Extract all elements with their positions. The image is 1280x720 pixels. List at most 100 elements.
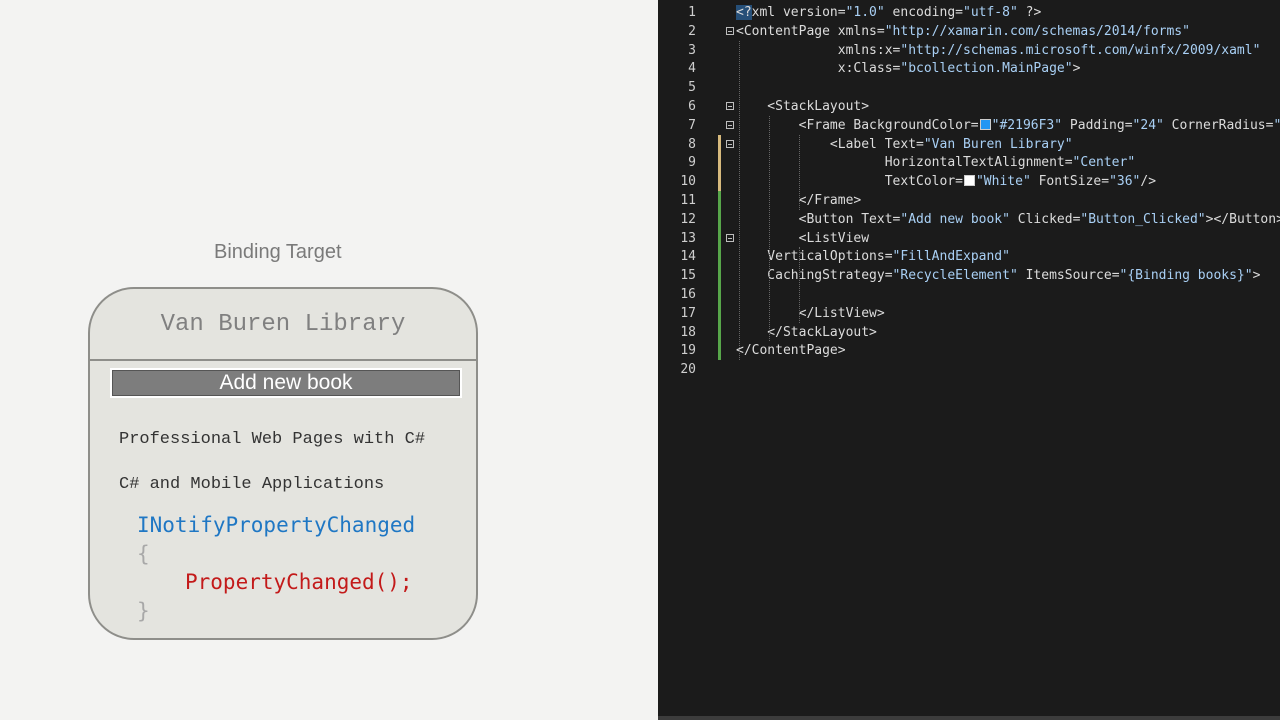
indent-guide [799,134,800,210]
collapse-icon[interactable] [726,233,734,242]
code-line[interactable]: 2 <ContentPage xmlns="http://xamarin.com/… [658,22,1280,41]
code-line[interactable]: 4 x:Class="bcollection.MainPage"> [658,59,1280,78]
code-token: ItemsSource= [1017,268,1120,284]
code-text: </ListView> [736,304,885,323]
code-line[interactable]: 3 xmlns:x="http://schemas.microsoft.com/… [658,41,1280,60]
line-number: 6 [688,99,696,114]
code-token: "FillAndExpand" [892,249,1010,265]
code-token: ?> [1017,5,1042,20]
code-text: x:Class="bcollection.MainPage"> [736,59,1081,78]
change-indicator [718,134,721,191]
code-text: <?xml version="1.0" encoding="utf-8" ?> [736,3,1041,22]
code-token: Text= [884,136,924,152]
collapse-icon[interactable] [726,26,734,35]
code-token: Clicked= [1009,211,1081,227]
code-token: Padding= [1062,117,1133,133]
code-text: <Label Text="Van Buren Library" [736,135,1073,154]
line-number: 8 [688,136,696,152]
collapse-icon[interactable] [726,120,734,129]
code-token: <Label [736,136,885,152]
code-line[interactable]: 11 </Frame> [658,191,1280,210]
code-token: <StackLayout> [736,99,870,114]
code-token: Text= [861,211,901,227]
interface-label: INotifyPropertyChanged [137,513,416,537]
code-token: "Button_Clicked" [1080,211,1206,227]
line-number: 17 [680,305,696,321]
code-token: "White" [975,174,1031,190]
line-number: 13 [680,230,696,246]
line-number: 14 [680,249,696,265]
code-token: x:Class= [736,61,901,77]
code-text: <Button Text="Add new book" Clicked="But… [736,210,1280,229]
code-token: "bcollection.MainPage" [900,61,1073,77]
code-token: TextColor= [736,174,963,190]
line-number: 4 [688,61,696,77]
change-indicator [718,191,721,361]
indent-guide [739,40,740,361]
slide-panel: Binding Target Van Buren Library Add new… [0,0,658,720]
code-text: CachingStrategy="RecycleElement" ItemsSo… [736,266,1260,285]
code-line[interactable]: 6 <StackLayout> [658,97,1280,116]
open-brace: { [137,542,150,566]
code-token: xmlns= [837,23,885,39]
code-line[interactable]: 14 VerticalOptions="FillAndExpand" [658,247,1280,266]
code-line[interactable]: 8 <Label Text="Van Buren Library" [658,135,1280,154]
line-number: 19 [680,343,696,359]
code-line[interactable]: 15 CachingStrategy="RecycleElement" Item… [658,266,1280,285]
color-swatch-icon [979,118,991,130]
code-token: "Van Buren Library" [923,136,1073,152]
code-token: CornerRadius= [1163,117,1274,133]
list-item[interactable]: C# and Mobile Applications [119,475,384,494]
code-text: <Frame BackgroundColor= "#2196F3" Padding… [736,116,1280,135]
code-line[interactable]: 13 <ListView [658,229,1280,248]
code-line[interactable]: 12 <Button Text="Add new book" Clicked="… [658,210,1280,229]
code-token: <? [736,5,752,20]
code-line[interactable]: 7 <Frame BackgroundColor= "#2196F3" Paddi… [658,116,1280,135]
code-editor[interactable]: 1 <?xml version="1.0" encoding="utf-8" ?>… [658,0,1280,720]
code-text: VerticalOptions="FillAndExpand" [736,247,1010,266]
code-token: "Center" [1072,155,1136,171]
code-token: "RecycleElement" [892,268,1018,284]
code-token: "1.0" [845,5,885,20]
code-token: "utf-8" [963,5,1018,20]
code-token: xmlns:x= [736,42,901,58]
code-line[interactable]: 18 </StackLayout> [658,323,1280,342]
device-mockup: Van Buren Library Add new book Professio… [88,287,478,640]
collapse-icon[interactable] [726,102,734,110]
indent-guide [799,247,800,323]
code-line[interactable]: 20 [658,360,1280,379]
code-token: "{Binding books}" [1119,268,1253,284]
line-number: 11 [680,193,696,208]
code-token: "0" [1273,118,1280,133]
line-number: 3 [688,42,696,58]
line-number: 10 [680,174,696,190]
line-number: 1 [688,5,696,20]
code-line[interactable]: 1 <?xml version="1.0" encoding="utf-8" ?> [658,3,1280,22]
line-number: 20 [680,362,696,378]
editor-scrollbar[interactable] [658,716,1280,720]
line-number: 18 [680,324,696,340]
code-line[interactable]: 10 TextColor= "White" FontSize="36"/> [658,172,1280,191]
code-token: <Button [736,211,862,227]
line-number: 9 [688,155,696,171]
code-token: </ContentPage> [736,343,846,359]
code-line[interactable]: 17 </ListView> [658,304,1280,323]
code-token: VerticalOptions= [736,249,893,265]
list-item[interactable]: Professional Web Pages with C# [119,430,425,449]
code-token: "http://xamarin.com/schemas/2014/forms" [884,23,1190,39]
code-token: "24" [1132,117,1164,133]
code-line[interactable]: 19 </ContentPage> [658,341,1280,360]
indent-guide [769,115,770,342]
collapse-icon[interactable] [726,139,734,148]
color-swatch-icon [963,175,975,187]
code-text: <ContentPage xmlns="http://xamarin.com/s… [736,22,1190,41]
code-line[interactable]: 16 [658,285,1280,304]
code-line[interactable]: 5 [658,78,1280,97]
add-new-book-button[interactable]: Add new book [110,368,462,398]
code-token: ></Button> [1205,211,1280,227]
code-text: <StackLayout> [736,97,869,116]
close-brace: } [137,599,150,623]
code-text: xmlns:x="http://schemas.microsoft.com/wi… [736,41,1261,60]
line-number: 16 [680,287,696,302]
code-line[interactable]: 9 HorizontalTextAlignment="Center" [658,153,1280,172]
